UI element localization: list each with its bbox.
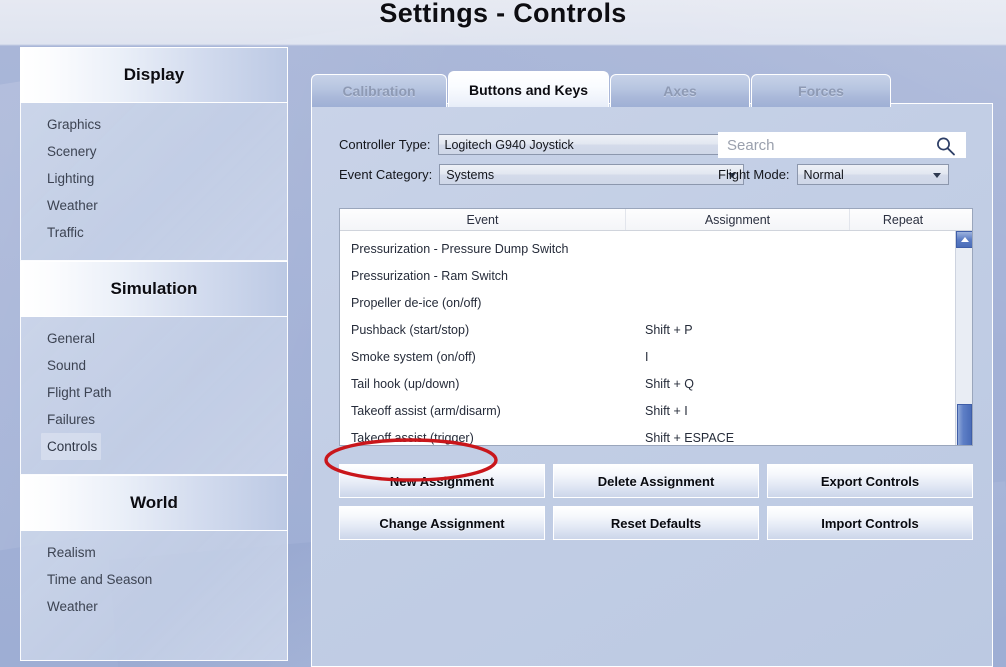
cell-assignment: Shift + Q <box>645 376 694 391</box>
table-row[interactable]: Takeoff assist (arm/disarm) Shift + I <box>340 397 972 424</box>
sidebar-item-weather-world[interactable]: Weather <box>21 593 287 620</box>
sidebar-list-simulation: General Sound Flight Path Failures Contr… <box>20 317 288 475</box>
sidebar-header-display[interactable]: Display <box>20 47 288 103</box>
search-input[interactable] <box>727 136 923 154</box>
scroll-up-button[interactable] <box>956 231 972 248</box>
cell-assignment: I <box>645 349 649 364</box>
sidebar-item-traffic[interactable]: Traffic <box>21 219 287 246</box>
controls-panel: Controller Type: Logitech G940 Joystick … <box>311 103 993 667</box>
table-row[interactable]: Tail hook (up/down) Shift + Q <box>340 370 972 397</box>
sidebar-item-lighting[interactable]: Lighting <box>21 165 287 192</box>
cell-event: Propeller de-ice (on/off) <box>351 295 482 310</box>
column-header-event[interactable]: Event <box>340 209 626 230</box>
sidebar-header-world[interactable]: World <box>20 475 288 531</box>
chevron-up-icon <box>960 237 969 242</box>
search-icon[interactable] <box>935 136 957 161</box>
flight-mode-label: Flight Mode: <box>718 167 790 182</box>
cell-assignment: Shift + I <box>645 403 688 418</box>
table-row[interactable]: Smoke system (on/off) I <box>340 343 972 370</box>
settings-window: Settings - Controls Display Graphics Sce… <box>0 0 1006 667</box>
cell-event: Pressurization - Pressure Dump Switch <box>351 241 569 256</box>
event-category-label: Event Category: <box>339 167 433 182</box>
cell-event: Takeoff assist (trigger) <box>351 430 474 445</box>
table-row[interactable]: Takeoff assist (trigger) Shift + ESPACE <box>340 424 972 445</box>
change-assignment-button[interactable]: Change Assignment <box>339 506 545 540</box>
event-category-row: Event Category: Systems <box>339 164 745 185</box>
controller-type-row: Controller Type: Logitech G940 Joystick <box>339 134 743 155</box>
sidebar: Display Graphics Scenery Lighting Weathe… <box>20 47 288 661</box>
tab-buttons-and-keys[interactable]: Buttons and Keys <box>448 71 610 107</box>
event-category-select[interactable]: Systems <box>439 164 745 185</box>
cell-assignment: Shift + ESPACE <box>645 430 735 445</box>
flight-mode-row: Flight Mode: Normal <box>718 164 949 185</box>
table-row[interactable]: Propeller de-ice (on/off) <box>340 289 972 316</box>
tab-axes[interactable]: Axes <box>610 74 751 107</box>
tab-forces[interactable]: Forces <box>751 74 892 107</box>
sidebar-group-simulation: Simulation General Sound Flight Path Fai… <box>20 261 288 475</box>
sidebar-item-failures[interactable]: Failures <box>21 406 287 433</box>
sidebar-group-world: World Realism Time and Season Weather <box>20 475 288 661</box>
event-category-value: Systems <box>446 167 495 182</box>
sidebar-item-graphics[interactable]: Graphics <box>21 111 287 138</box>
sidebar-item-realism[interactable]: Realism <box>21 539 287 566</box>
sidebar-item-weather[interactable]: Weather <box>21 192 287 219</box>
sidebar-header-simulation[interactable]: Simulation <box>20 261 288 317</box>
page-title: Settings - Controls <box>379 0 627 28</box>
sidebar-item-controls[interactable]: Controls <box>41 433 101 460</box>
sidebar-list-world: Realism Time and Season Weather <box>20 531 288 661</box>
sidebar-list-display: Graphics Scenery Lighting Weather Traffi… <box>20 103 288 261</box>
reset-defaults-button[interactable]: Reset Defaults <box>553 506 759 540</box>
controller-type-select[interactable]: Logitech G940 Joystick <box>437 134 743 155</box>
tab-calibration[interactable]: Calibration <box>311 74 447 107</box>
sidebar-item-time-and-season[interactable]: Time and Season <box>21 566 287 593</box>
table-body: Pressurization - Pressure Dump Switch Pr… <box>340 231 972 445</box>
export-controls-button[interactable]: Export Controls <box>767 464 973 498</box>
flight-mode-select[interactable]: Normal <box>796 164 949 185</box>
table-header-row: Event Assignment Repeat <box>340 209 972 231</box>
controller-type-label: Controller Type: <box>339 137 431 152</box>
scrollbar-thumb[interactable] <box>957 404 972 445</box>
cell-event: Pushback (start/stop) <box>351 322 470 337</box>
assignments-table: Event Assignment Repeat Pressurization -… <box>339 208 973 446</box>
cell-event: Pressurization - Ram Switch <box>351 268 508 283</box>
cell-assignment: Shift + P <box>645 322 693 337</box>
table-scrollbar[interactable] <box>955 231 972 445</box>
controller-type-value: Logitech G940 Joystick <box>444 137 574 152</box>
sidebar-item-general[interactable]: General <box>21 325 287 352</box>
delete-assignment-button[interactable]: Delete Assignment <box>553 464 759 498</box>
sidebar-group-display: Display Graphics Scenery Lighting Weathe… <box>20 47 288 261</box>
table-row[interactable]: Pressurization - Pressure Dump Switch <box>340 235 972 262</box>
sidebar-item-flight-path[interactable]: Flight Path <box>21 379 287 406</box>
import-controls-button[interactable]: Import Controls <box>767 506 973 540</box>
tab-bar: Calibration Buttons and Keys Axes Forces <box>311 71 892 107</box>
column-header-assignment[interactable]: Assignment <box>626 209 850 230</box>
sidebar-item-scenery[interactable]: Scenery <box>21 138 287 165</box>
table-row[interactable]: Pushback (start/stop) Shift + P <box>340 316 972 343</box>
column-header-repeat[interactable]: Repeat <box>850 209 956 230</box>
flight-mode-value: Normal <box>803 167 844 182</box>
sidebar-item-sound[interactable]: Sound <box>21 352 287 379</box>
new-assignment-button[interactable]: New Assignment <box>339 464 545 498</box>
search-box[interactable] <box>718 132 966 158</box>
cell-event: Smoke system (on/off) <box>351 349 476 364</box>
chevron-down-icon <box>932 172 941 178</box>
cell-event: Takeoff assist (arm/disarm) <box>351 403 501 418</box>
cell-event: Tail hook (up/down) <box>351 376 460 391</box>
table-row[interactable]: Pressurization - Ram Switch <box>340 262 972 289</box>
action-button-grid: New Assignment Delete Assignment Export … <box>339 464 973 540</box>
